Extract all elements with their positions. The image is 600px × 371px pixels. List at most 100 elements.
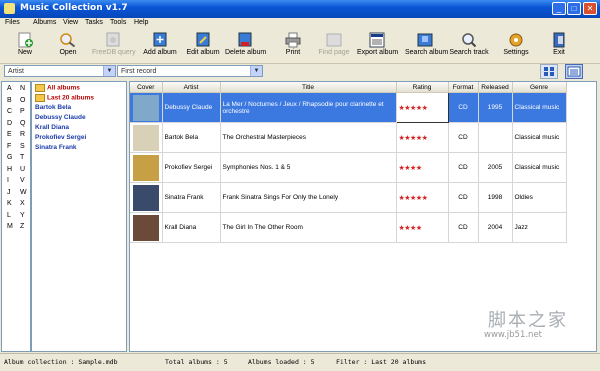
album-table-grid: Cover Artist Title Rating Format Release… [130, 82, 567, 243]
rating-cell[interactable]: ★★★★ [396, 152, 449, 183]
rating-cell[interactable]: ★★★★★ [395, 92, 449, 123]
genre-cell: Jazz [512, 212, 567, 243]
grid-view-button[interactable] [540, 64, 558, 79]
table-row[interactable]: Bartok Bela The Orchestral Masterpieces ★★… [130, 122, 567, 153]
artist-list: All albums Last 20 albums Bartok Bela De… [31, 81, 127, 352]
open-icon [60, 33, 76, 48]
title-bar[interactable]: Music Collection v1.7 _ □ ✕ [0, 0, 600, 18]
search-track-button[interactable]: Search track [449, 32, 489, 62]
artist-list-item[interactable]: Bartok Bela [35, 104, 71, 111]
search-album-button[interactable]: Search album [405, 32, 448, 62]
status-total-albums: Total albums : 5 [165, 358, 228, 366]
letter-index-item[interactable]: V [20, 177, 25, 184]
table-row[interactable]: Sinatra Frank Frank Sinatra Sings For Onl… [130, 182, 567, 213]
letter-index-item[interactable]: K [7, 200, 12, 207]
column-header-title[interactable]: Title [220, 82, 397, 93]
menu-tasks[interactable]: Tasks [85, 19, 103, 26]
released-cell [478, 122, 513, 153]
menu-view[interactable]: View [63, 19, 78, 26]
letter-index-item[interactable]: Q [20, 120, 25, 127]
artist-list-item[interactable]: Last 20 albums [35, 94, 94, 102]
column-header-genre[interactable]: Genre [512, 82, 567, 93]
column-header-released[interactable]: Released [478, 82, 513, 93]
chevron-down-icon[interactable]: ▼ [103, 66, 115, 76]
list-view-icon [567, 66, 581, 77]
artist-list-item[interactable]: Debussy Claude [35, 114, 86, 121]
artist-list-item[interactable]: Prokofiev Sergei [35, 134, 86, 141]
menu-files[interactable]: Files [5, 19, 20, 26]
table-row[interactable]: Krall Diana The Girl In The Other Room ★★★… [130, 212, 567, 243]
rating-cell[interactable]: ★★★★★ [396, 122, 449, 153]
artist-cell: Debussy Claude [162, 92, 221, 123]
letter-index-item[interactable]: X [20, 200, 25, 207]
maximize-button[interactable]: □ [567, 2, 581, 15]
artist-list-item[interactable]: Krall Diana [35, 124, 69, 131]
letter-index-item[interactable]: A [7, 85, 12, 92]
album-cover-image [132, 124, 159, 151]
letter-index-item[interactable]: H [7, 166, 12, 173]
title-cell: Symphonies Nos. 1 & 5 [220, 152, 397, 183]
edit-album-button[interactable]: Edit album [185, 32, 221, 62]
column-header-rating[interactable]: Rating [396, 82, 449, 93]
menu-tools[interactable]: Tools [110, 19, 126, 26]
filter-field-combo[interactable]: Artist ▼ [4, 65, 116, 77]
column-header-artist[interactable]: Artist [162, 82, 221, 93]
add-album-icon [153, 32, 167, 47]
letter-index-item[interactable]: P [20, 108, 25, 115]
letter-index-item[interactable]: T [20, 154, 24, 161]
letter-index-item[interactable]: B [7, 97, 12, 104]
cover-cell [130, 182, 163, 213]
letter-index-item[interactable]: E [7, 131, 12, 138]
column-header-format[interactable]: Format [448, 82, 479, 93]
title-cell: The Orchestral Masterpieces [220, 122, 397, 153]
letter-index-item[interactable]: O [20, 97, 25, 104]
exit-button[interactable]: Exit [548, 32, 570, 62]
letter-index-item[interactable]: Y [20, 212, 25, 219]
settings-button[interactable]: Settings [500, 32, 532, 62]
minimize-button[interactable]: _ [552, 2, 566, 15]
letter-index-item[interactable]: Z [20, 223, 24, 230]
letter-index-item[interactable]: W [20, 189, 27, 196]
artist-list-item[interactable]: All albums [35, 84, 80, 92]
letter-index-item[interactable]: N [20, 85, 25, 92]
letter-index-item[interactable]: G [7, 154, 12, 161]
filter-value-combo[interactable]: First record ▼ [117, 65, 263, 77]
print-icon [285, 32, 301, 48]
menu-albums[interactable]: Albums [33, 19, 56, 26]
letter-index-item[interactable]: R [20, 131, 25, 138]
format-cell: CD [448, 152, 479, 183]
menu-help[interactable]: Help [134, 19, 148, 26]
rating-cell[interactable]: ★★★★★ [396, 182, 449, 213]
export-album-button[interactable]: Export album [357, 32, 398, 62]
artist-list-item[interactable]: Sinatra Frank [35, 144, 77, 151]
table-row[interactable]: Prokofiev Sergei Symphonies Nos. 1 & 5 ★★★… [130, 152, 567, 183]
exit-icon [553, 32, 565, 48]
new-button[interactable]: New [10, 32, 40, 62]
letter-index-item[interactable]: I [7, 177, 9, 184]
rating-stars: ★★★★★ [398, 134, 428, 142]
folder-icon [35, 94, 45, 102]
letter-index-item[interactable]: C [7, 108, 12, 115]
open-button[interactable]: Open [53, 32, 83, 62]
column-header-cover[interactable]: Cover [130, 82, 163, 93]
list-view-button[interactable] [565, 64, 583, 79]
print-button[interactable]: Print [280, 32, 306, 62]
chevron-down-icon[interactable]: ▼ [250, 66, 262, 76]
letter-index-item[interactable]: J [7, 189, 11, 196]
letter-index-item[interactable]: L [7, 212, 11, 219]
letter-index-item[interactable]: S [20, 143, 25, 150]
rating-cell[interactable]: ★★★★ [396, 212, 449, 243]
letter-index-item[interactable]: M [7, 223, 13, 230]
title-cell: The Girl In The Other Room [220, 212, 397, 243]
delete-album-button[interactable]: Delete album [225, 32, 266, 62]
letter-index-item[interactable]: U [20, 166, 25, 173]
search-track-icon [462, 33, 477, 48]
freedb-query-button[interactable]: FreeDB query [92, 32, 136, 62]
letter-index-item[interactable]: F [7, 143, 11, 150]
letter-index-item[interactable]: D [7, 120, 12, 127]
table-row[interactable]: Debussy Claude La Mer / Nocturnes / Jeux … [130, 92, 567, 123]
close-button[interactable]: ✕ [583, 2, 597, 15]
find-page-button[interactable]: Find page [318, 32, 350, 62]
add-album-button[interactable]: Add album [142, 32, 178, 62]
format-cell: CD [448, 212, 479, 243]
